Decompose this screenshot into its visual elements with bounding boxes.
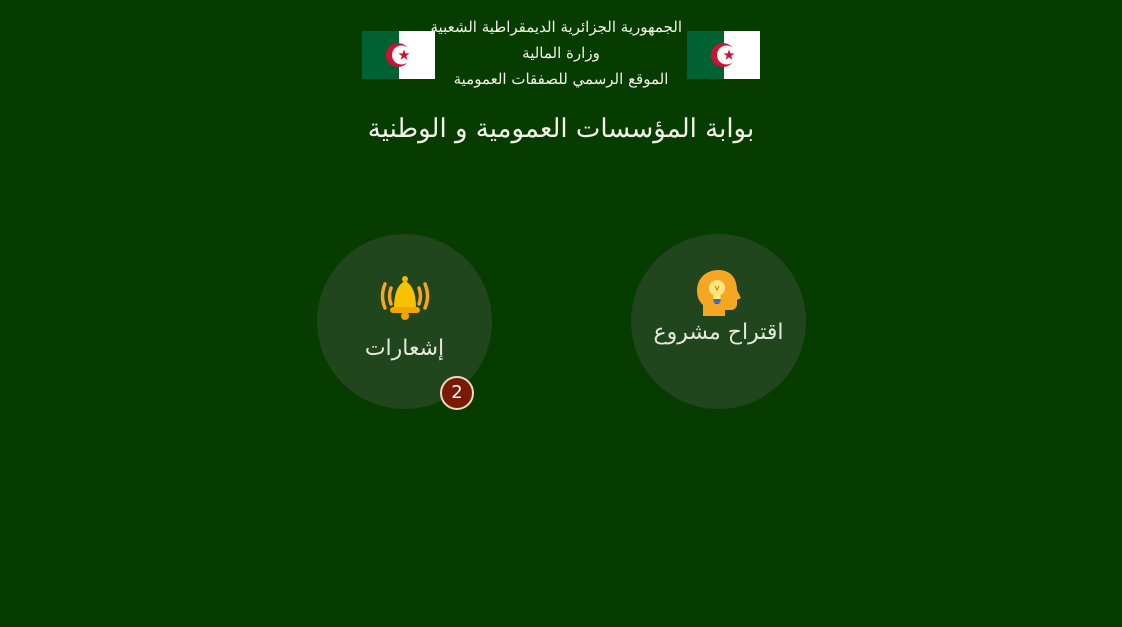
ministry-name: وزارة المالية <box>522 44 600 62</box>
notifications-label: إشعارات <box>364 336 445 361</box>
site-name: الموقع الرسمي للصفقات العمومية <box>453 70 669 88</box>
propose-project-button[interactable]: اقتراح مشروع <box>631 234 806 409</box>
lightbulb-head-icon <box>695 268 743 322</box>
notifications-count-badge: 2 <box>440 376 474 410</box>
header-text: الجمهورية الجزائرية الديمقراطية الشعبية … <box>430 14 683 92</box>
ringing-bell-icon <box>379 274 431 326</box>
algeria-flag-icon <box>687 31 760 79</box>
algeria-flag-icon <box>362 31 435 79</box>
header: الجمهورية الجزائرية الديمقراطية الشعبية … <box>0 14 1122 96</box>
portal-title: بوابة المؤسسات العمومية و الوطنية <box>367 114 755 144</box>
propose-project-label: اقتراح مشروع <box>653 320 784 345</box>
page: الجمهورية الجزائرية الديمقراطية الشعبية … <box>0 0 1122 627</box>
country-name: الجمهورية الجزائرية الديمقراطية الشعبية <box>430 18 683 36</box>
